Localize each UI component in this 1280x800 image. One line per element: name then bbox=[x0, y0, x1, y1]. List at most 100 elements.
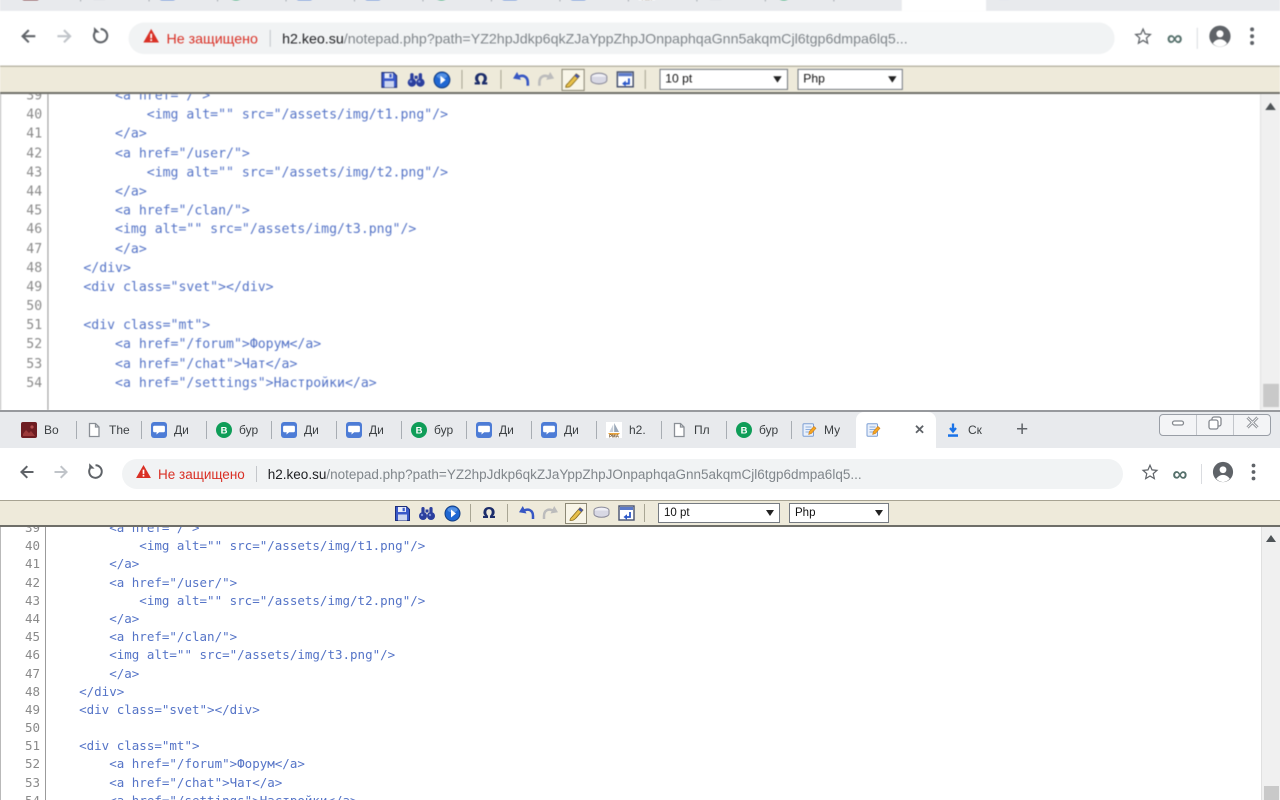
bookmark-star-button[interactable] bbox=[1127, 23, 1159, 55]
tab[interactable]: Bбур bbox=[402, 412, 466, 448]
tab[interactable]: Ди bbox=[560, 0, 627, 11]
tab[interactable]: Ди bbox=[272, 412, 336, 448]
tab[interactable]: Ск bbox=[936, 412, 1000, 448]
profile-button[interactable] bbox=[1204, 23, 1236, 55]
omega-button[interactable]: Ω bbox=[478, 503, 500, 524]
tab[interactable]: Во bbox=[12, 412, 76, 448]
find-button[interactable] bbox=[416, 503, 438, 524]
tab-active[interactable]: ✕ bbox=[856, 412, 936, 448]
scrollbar-thumb[interactable] bbox=[1264, 786, 1279, 800]
new-tab-button[interactable]: + bbox=[1010, 415, 1034, 445]
language-select[interactable]: Php bbox=[789, 503, 889, 523]
chat-favicon bbox=[346, 422, 362, 438]
brush-button[interactable] bbox=[565, 503, 587, 524]
editor-toolbar: Ω 10 pt Php bbox=[0, 500, 1280, 527]
scroll-up-arrow-icon[interactable] bbox=[1265, 103, 1276, 110]
chrome-menu-button[interactable] bbox=[1238, 459, 1268, 489]
back-button[interactable] bbox=[11, 20, 47, 56]
chrome-menu-button[interactable] bbox=[1236, 23, 1268, 55]
bookmark-star-button[interactable] bbox=[1135, 459, 1165, 489]
panel-button[interactable] bbox=[615, 503, 637, 524]
eraser-button[interactable] bbox=[587, 68, 610, 90]
tab[interactable]: Bбур bbox=[218, 0, 285, 11]
close-window-button[interactable] bbox=[1234, 415, 1270, 435]
tab[interactable]: Ди bbox=[355, 0, 422, 11]
tab[interactable]: Bбур bbox=[766, 0, 833, 11]
forward-button[interactable] bbox=[44, 457, 78, 491]
panel-button[interactable] bbox=[614, 68, 637, 90]
tab[interactable]: Ди bbox=[142, 412, 206, 448]
undo-button[interactable] bbox=[508, 68, 531, 90]
tab[interactable]: The bbox=[81, 0, 148, 11]
reload-button[interactable] bbox=[78, 457, 112, 491]
toolbar-separator bbox=[470, 504, 471, 522]
address-bar: Не защищено h2.keo.su/notepad.php?path=Y… bbox=[0, 448, 1280, 500]
tab-active[interactable]: ✕ bbox=[902, 0, 986, 11]
minimize-button[interactable] bbox=[1160, 415, 1197, 435]
tab[interactable]: Ди bbox=[287, 0, 354, 11]
tab[interactable]: PMAh2. bbox=[629, 0, 696, 11]
redo-button[interactable] bbox=[535, 68, 558, 90]
scroll-up-arrow-icon[interactable] bbox=[1266, 535, 1276, 542]
profile-avatar-icon bbox=[1208, 24, 1231, 52]
tab[interactable]: Bбур bbox=[207, 412, 271, 448]
tab[interactable]: Во bbox=[13, 0, 80, 11]
tab[interactable]: Пл bbox=[662, 412, 726, 448]
save-button[interactable] bbox=[391, 503, 413, 524]
security-warning-icon bbox=[136, 465, 151, 483]
tab-close-button[interactable]: ✕ bbox=[912, 422, 927, 438]
code-editor[interactable]: 39404142434445464748495051525354 <a href… bbox=[0, 94, 1280, 410]
page-url: h2.keo.su/notepad.php?path=YZ2hpJdkp6qkZ… bbox=[282, 30, 908, 46]
chat-favicon bbox=[151, 422, 167, 438]
tab[interactable]: Ск bbox=[986, 0, 1053, 11]
tab[interactable]: PMAh2. bbox=[597, 412, 661, 448]
tab[interactable]: Bбур bbox=[727, 412, 791, 448]
new-tab-button[interactable]: + bbox=[1064, 0, 1090, 8]
scrollbar-thumb[interactable] bbox=[1263, 384, 1279, 407]
go-button[interactable] bbox=[441, 503, 463, 524]
language-select[interactable]: Php bbox=[797, 69, 902, 90]
go-button[interactable] bbox=[430, 68, 453, 90]
security-warning-icon bbox=[143, 29, 159, 48]
tab[interactable]: Ди bbox=[532, 412, 596, 448]
code-editor[interactable]: 39404142434445464748495051525354 <a href… bbox=[0, 527, 1280, 800]
back-icon bbox=[17, 462, 37, 487]
save-button[interactable] bbox=[378, 68, 401, 90]
forward-button[interactable] bbox=[46, 20, 82, 56]
editor-scrollbar[interactable] bbox=[1261, 527, 1280, 800]
tab[interactable]: Му bbox=[792, 412, 856, 448]
tab[interactable]: Ди bbox=[150, 0, 217, 11]
omnibox-divider bbox=[256, 466, 257, 482]
restore-button[interactable] bbox=[1197, 415, 1234, 435]
omega-button[interactable]: Ω bbox=[469, 68, 492, 90]
tab[interactable]: Ди bbox=[492, 0, 559, 11]
find-button[interactable] bbox=[404, 68, 427, 90]
undo-button[interactable] bbox=[515, 503, 537, 524]
extension-button[interactable]: ∞ bbox=[1159, 23, 1191, 55]
svg-text:B: B bbox=[741, 426, 748, 437]
tab[interactable]: Му bbox=[834, 0, 901, 11]
tab[interactable]: Пл bbox=[697, 0, 764, 11]
code-text[interactable]: <a href="/"> <img alt="" src="/assets/im… bbox=[48, 94, 448, 410]
extension-button[interactable]: ∞ bbox=[1165, 459, 1195, 489]
security-warning-label: Не защищено bbox=[166, 30, 257, 46]
tab[interactable]: Ди bbox=[337, 412, 401, 448]
reload-button[interactable] bbox=[82, 20, 118, 56]
profile-button[interactable] bbox=[1208, 459, 1238, 489]
font-size-select[interactable]: 10 pt bbox=[658, 503, 780, 523]
back-button[interactable] bbox=[10, 457, 44, 491]
tab[interactable]: Ди bbox=[467, 412, 531, 448]
brush-button[interactable] bbox=[561, 68, 584, 90]
editor-scrollbar[interactable] bbox=[1260, 94, 1280, 410]
tab[interactable]: The bbox=[77, 412, 141, 448]
code-text[interactable]: <a href="/"> <img alt="" src="/assets/im… bbox=[46, 527, 425, 800]
font-size-select[interactable]: 10 pt bbox=[659, 69, 788, 90]
eraser-button[interactable] bbox=[590, 503, 612, 524]
tab[interactable]: Bбур bbox=[424, 0, 491, 11]
svg-text:B: B bbox=[221, 426, 228, 437]
green-b-favicon: B bbox=[411, 422, 427, 438]
url-field[interactable]: Не защищено h2.keo.su/notepad.php?path=Y… bbox=[122, 459, 1123, 489]
tab-title: Ди bbox=[174, 423, 189, 437]
redo-button[interactable] bbox=[540, 503, 562, 524]
url-field[interactable]: Не защищено h2.keo.su/notepad.php?path=Y… bbox=[129, 23, 1115, 55]
